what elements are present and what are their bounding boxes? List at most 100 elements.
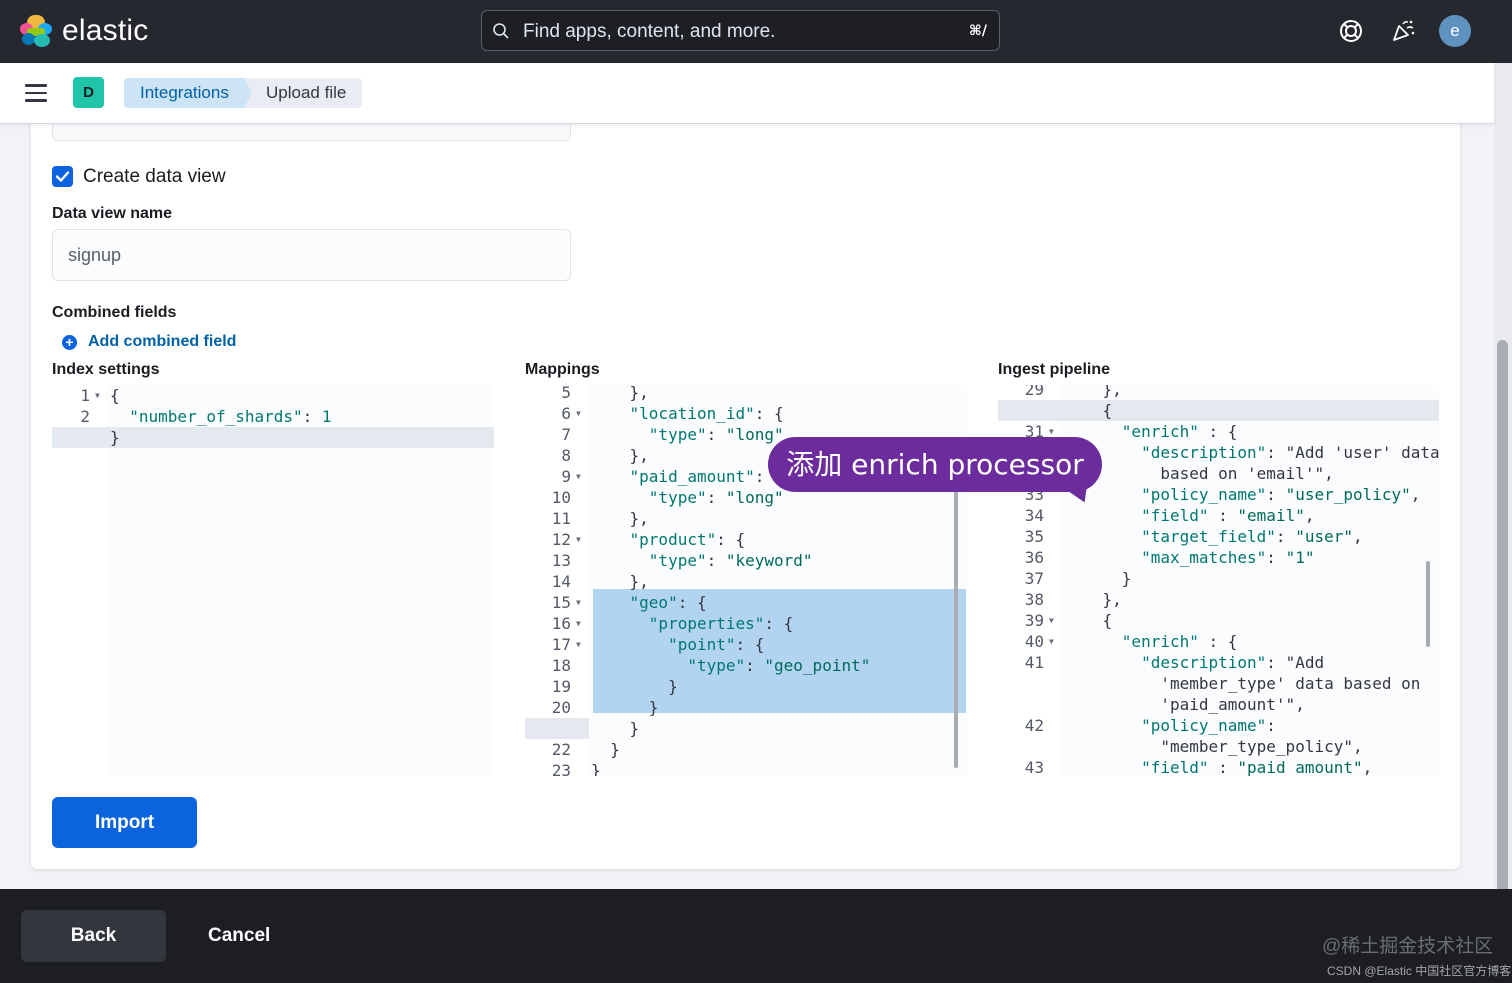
code-line: }, xyxy=(591,385,649,402)
code-line: { xyxy=(1064,611,1113,630)
code-line: "policy_name": xyxy=(1141,716,1276,735)
editor-scrollbar[interactable] xyxy=(1426,561,1430,647)
fold-caret-icon[interactable]: ▼ xyxy=(576,403,581,424)
data-view-name-input[interactable] xyxy=(52,229,571,281)
elastic-logo[interactable]: elastic xyxy=(20,14,148,48)
line-number xyxy=(998,694,1044,715)
elastic-logo-icon xyxy=(20,15,52,47)
code-line: } xyxy=(591,761,601,776)
search-placeholder: Find apps, content, and more. xyxy=(523,21,776,42)
code-line: } xyxy=(110,428,120,447)
menu-icon[interactable] xyxy=(25,84,47,102)
cancel-button[interactable]: Cancel xyxy=(208,910,270,962)
line-number: 11 xyxy=(551,509,571,528)
user-avatar[interactable]: e xyxy=(1439,15,1471,47)
code-line: { xyxy=(110,386,120,405)
data-view-name-label: Data view name xyxy=(52,205,173,222)
page-scrollbar-thumb[interactable] xyxy=(1497,340,1508,900)
help-icon[interactable] xyxy=(1336,16,1366,46)
code-line: "type": "keyword" xyxy=(648,551,813,570)
line-number: 15 xyxy=(551,593,571,612)
editor-scrollbar[interactable] xyxy=(954,485,958,768)
line-number: 17 xyxy=(551,635,571,654)
code-line: "description": "Add xyxy=(1141,653,1325,672)
line-number: 1 xyxy=(80,386,90,405)
fold-caret-icon[interactable]: ▼ xyxy=(576,634,581,655)
line-number: 13 xyxy=(551,551,571,570)
add-combined-field-button[interactable]: + Add combined field xyxy=(62,333,236,351)
create-data-view-checkbox[interactable] xyxy=(52,166,73,187)
news-feed-icon[interactable] xyxy=(1388,16,1418,46)
code-line: "enrich" : { xyxy=(1121,632,1238,651)
line-number: 6 xyxy=(561,404,571,423)
bottom-bar: Back Cancel @稀土掘金技术社区 CSDN @Elastic 中国社区… xyxy=(0,889,1512,983)
code-line: } xyxy=(1064,569,1132,588)
line-number xyxy=(998,673,1044,694)
fold-caret-icon[interactable]: ▼ xyxy=(1049,631,1054,652)
fold-caret-icon[interactable]: ▼ xyxy=(576,592,581,613)
code-line: "type": "geo_point" xyxy=(687,656,871,675)
check-icon xyxy=(55,171,70,182)
fold-caret-icon[interactable]: ▼ xyxy=(576,466,581,487)
code-line: "type": "long" xyxy=(648,488,784,507)
logo-text: elastic xyxy=(62,14,149,47)
code-line: "max_matches": "1" xyxy=(1141,548,1315,567)
line-number: 23 xyxy=(551,761,571,776)
code-line: "properties": { xyxy=(648,614,794,633)
fold-caret-icon[interactable]: ▼ xyxy=(95,385,100,406)
line-number: 18 xyxy=(551,656,571,675)
code-line: "policy_name": "user_policy", xyxy=(1141,485,1421,504)
code-line: "paid_amount": { xyxy=(629,467,784,486)
line-number: 14 xyxy=(551,572,571,591)
code-line: 'member_type' data based on xyxy=(1064,674,1421,693)
code-line: "target_field": "user", xyxy=(1141,527,1363,546)
fold-caret-icon[interactable]: ▼ xyxy=(576,529,581,550)
code-line: "field" : "email", xyxy=(1141,506,1315,525)
code-line: { xyxy=(1064,401,1113,420)
code-line: based on 'email'", xyxy=(1064,464,1334,483)
line-number: 10 xyxy=(551,488,571,507)
code-line: } xyxy=(591,698,659,717)
line-number: 20 xyxy=(551,698,571,717)
line-number: 9 xyxy=(561,467,571,486)
code-line: "field" : "paid_amount", xyxy=(1141,758,1373,776)
space-avatar[interactable]: D xyxy=(73,77,104,108)
line-number: 5 xyxy=(561,385,571,402)
index-settings-label: Index settings xyxy=(52,361,160,378)
index-settings-editor[interactable]: 1▼23 { "number_of_shards": 1} xyxy=(52,385,494,776)
editor-code[interactable]: { "number_of_shards": 1} xyxy=(106,385,494,776)
fold-caret-icon[interactable]: ▼ xyxy=(1049,610,1054,631)
code-line: }, xyxy=(591,446,649,465)
breadcrumb-integrations[interactable]: Integrations xyxy=(124,78,253,108)
code-line: } xyxy=(591,677,678,696)
line-number: 16 xyxy=(551,614,571,633)
code-line: 'paid_amount'", xyxy=(1064,695,1305,714)
editor-code[interactable]: }, { "enrich" : { "description": "Add 'u… xyxy=(1062,385,1439,776)
line-number: 37 xyxy=(1024,569,1044,588)
watermark-juejin: @稀土掘金技术社区 xyxy=(1322,936,1494,957)
fold-caret-icon[interactable]: ▼ xyxy=(576,613,581,634)
plus-circle-icon: + xyxy=(62,334,77,350)
code-line: "description": "Add 'user' data xyxy=(1141,443,1439,462)
line-number: 43 xyxy=(1024,758,1044,776)
code-line: }, xyxy=(591,509,649,528)
watermark-csdn: CSDN @Elastic 中国社区官方博客 xyxy=(1327,964,1512,978)
code-line: "location_id": { xyxy=(629,404,784,423)
line-number: 7 xyxy=(561,425,571,444)
code-line: "type": "long" xyxy=(648,425,784,444)
top-header: elastic Find apps, content, and more. ⌘/… xyxy=(0,0,1512,63)
import-button[interactable]: Import xyxy=(52,797,197,848)
code-line: }, xyxy=(1064,590,1122,609)
code-line: }, xyxy=(1064,385,1122,399)
line-number: 8 xyxy=(561,446,571,465)
mappings-label: Mappings xyxy=(525,361,600,378)
breadcrumb-upload-file: Upload file xyxy=(244,78,363,108)
line-number: 36 xyxy=(1024,548,1044,567)
line-number: 39 xyxy=(1024,611,1044,630)
back-button[interactable]: Back xyxy=(21,910,166,962)
code-line: "point": { xyxy=(668,635,765,654)
global-search-input[interactable]: Find apps, content, and more. ⌘/ xyxy=(481,10,1000,51)
create-data-view-label[interactable]: Create data view xyxy=(83,166,226,188)
breadcrumb-bar: D Integrations Upload file xyxy=(0,63,1494,124)
line-number xyxy=(998,736,1044,757)
